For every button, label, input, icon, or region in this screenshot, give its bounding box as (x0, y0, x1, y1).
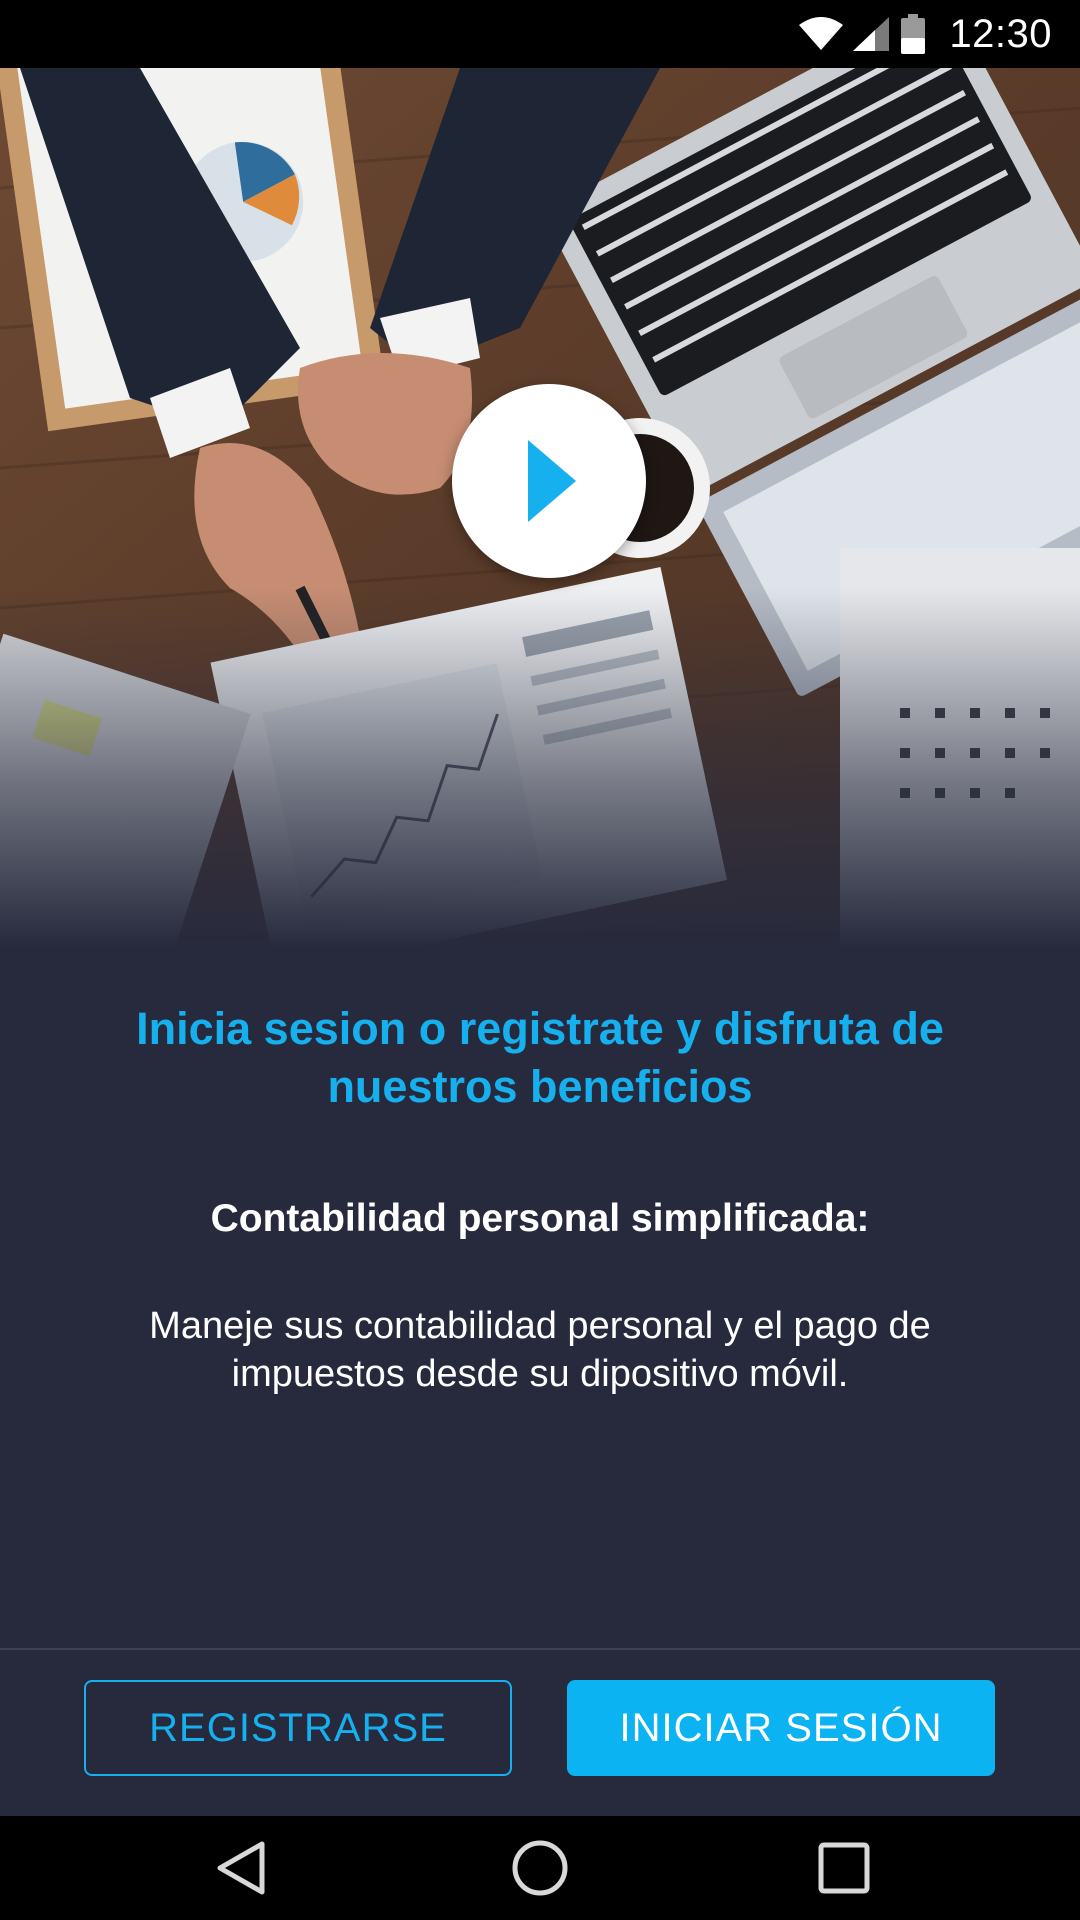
signal-icon (853, 17, 890, 51)
wifi-icon (799, 17, 844, 50)
headline: Inicia sesion o registrate y disfruta de… (136, 1003, 944, 1112)
hero-gradient-overlay (0, 588, 1080, 948)
navigation-bar (0, 1816, 1080, 1920)
feature-title: Contabilidad personal simplificada: (210, 1197, 870, 1240)
play-video-button[interactable] (452, 384, 646, 578)
feature-description: Maneje sus contabilidad personal y el pa… (149, 1305, 931, 1395)
hero-image (0, 68, 1080, 948)
status-icons: 12:30 (799, 0, 1052, 68)
divider (0, 1648, 1080, 1650)
home-icon[interactable] (510, 1838, 570, 1898)
login-button[interactable]: INICIAR SESIÓN (567, 1680, 995, 1776)
register-button[interactable]: REGISTRARSE (84, 1680, 512, 1776)
play-icon (528, 440, 576, 522)
status-time: 12:30 (949, 11, 1052, 56)
intro-content: Inicia sesion o registrate y disfruta de… (0, 1000, 1080, 1398)
battery-icon (901, 14, 926, 54)
back-icon[interactable] (212, 1838, 272, 1898)
recents-icon[interactable] (814, 1838, 874, 1898)
onboarding-screen: 12:30 Inicia sesion o registrate y disfr… (0, 0, 1080, 1920)
status-bar: 12:30 (0, 0, 1080, 68)
